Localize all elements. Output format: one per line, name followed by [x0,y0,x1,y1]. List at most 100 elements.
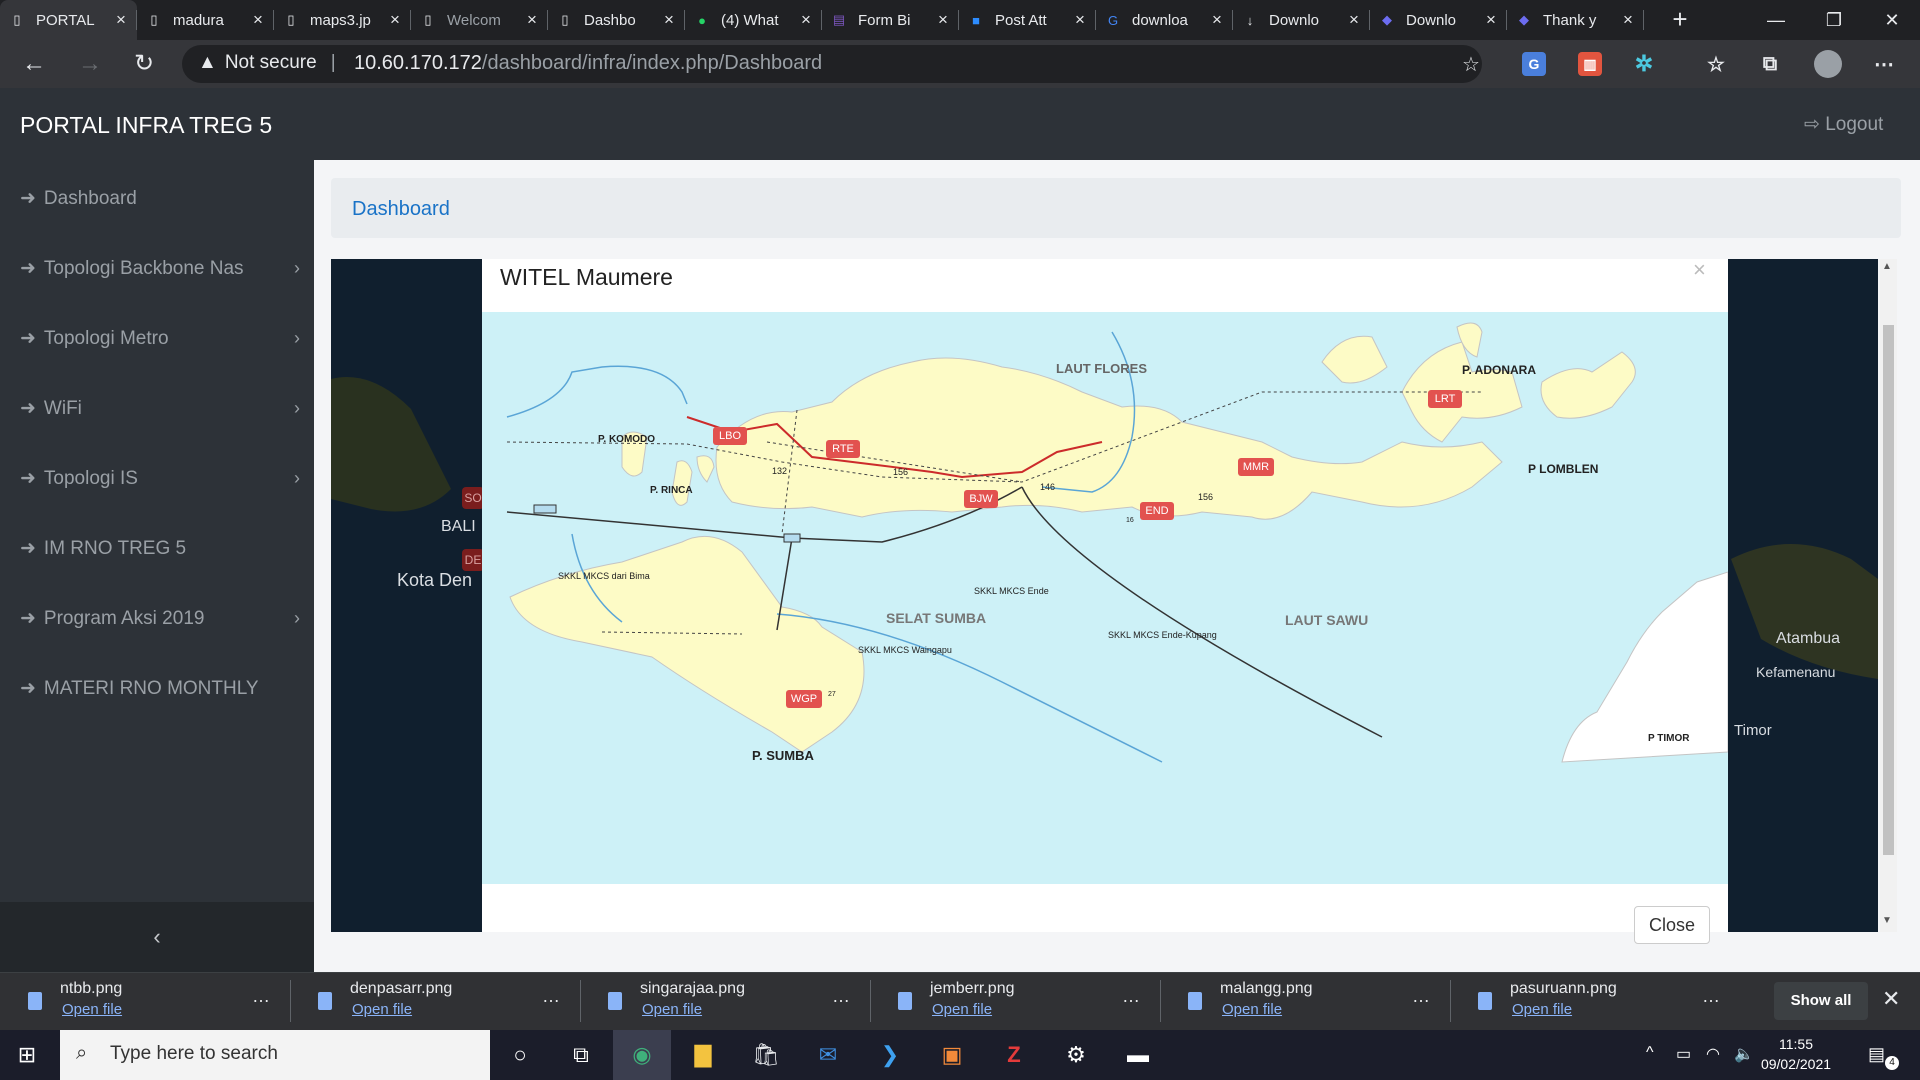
terminal-icon[interactable]: ▬ [1109,1030,1167,1080]
more-options-icon[interactable]: … [1702,986,1720,1007]
modal-close-button[interactable]: Close [1634,906,1710,944]
brand-title[interactable]: PORTAL INFRA TREG 5 [20,112,272,139]
volume-icon[interactable]: 🔈 [1734,1044,1754,1064]
map-node-marker[interactable]: WGP [786,690,822,708]
tab-close-icon[interactable]: × [661,10,677,30]
sidebar-item[interactable]: ➜ WiFi › [20,397,300,420]
open-file-link[interactable]: Open file [352,1001,412,1018]
new-tab-button[interactable]: + [1665,4,1695,36]
browser-tab[interactable]: ▯ Dashbo × [548,0,685,40]
scroll-thumb[interactable] [1883,325,1894,855]
open-file-link[interactable]: Open file [932,1001,992,1018]
browser-tab[interactable]: ◆ Downlo × [1370,0,1507,40]
more-options-icon[interactable]: … [832,986,850,1007]
reload-icon[interactable]: ↻ [128,48,160,80]
close-icon[interactable]: ✕ [1882,986,1900,1012]
browser-tab[interactable]: ● (4) What × [685,0,822,40]
open-file-link[interactable]: Open file [1222,1001,1282,1018]
map-node-marker[interactable]: LRT [1428,390,1462,408]
security-indicator[interactable]: ▲ Not secure | [198,52,336,74]
more-menu-icon[interactable]: ⋯ [1872,52,1896,76]
browser-tab[interactable]: ▯ maps3.jp × [274,0,411,40]
filezilla-icon[interactable]: Z [985,1030,1043,1080]
open-file-link[interactable]: Open file [642,1001,702,1018]
sidebar-item[interactable]: ➜ Program Aksi 2019 › [20,607,300,630]
download-item[interactable]: denpasarr.png Open file… [290,972,580,1030]
tab-close-icon[interactable]: × [524,10,540,30]
map-node-marker[interactable]: BJW [964,490,998,508]
map-node-marker[interactable]: END [1140,502,1174,520]
scroll-down-icon[interactable]: ▼ [1882,915,1892,926]
store-icon[interactable]: 🛍 [737,1030,795,1080]
translate-extension-icon[interactable]: G [1522,52,1546,76]
sidebar-item[interactable]: ➜ Topologi Metro › [20,327,300,350]
download-item[interactable]: singarajaa.png Open file… [580,972,870,1030]
mail-icon[interactable]: ✉ [799,1030,857,1080]
tab-close-icon[interactable]: × [1072,10,1088,30]
logout-link[interactable]: ⇨ Logout [1804,113,1883,136]
download-item[interactable]: malangg.png Open file… [1160,972,1450,1030]
browser-tab[interactable]: ↓ Downlo × [1233,0,1370,40]
minimize-button[interactable]: — [1748,0,1804,40]
page-scrollbar[interactable]: ▲ ▼ [1880,259,1897,932]
notification-icon[interactable]: ▤ [1868,1044,1885,1065]
vscode-icon[interactable]: ❯ [861,1030,919,1080]
sidebar-item[interactable]: ➜ MATERI RNO MONTHLY [20,677,300,700]
map-node-marker[interactable]: LBO [713,427,747,445]
url-text[interactable]: 10.60.170.172/dashboard/infra/index.php/… [354,52,822,75]
browser-tab[interactable]: ▯ PORTAL × [0,0,137,40]
download-item[interactable]: pasuruann.png Open file… [1450,972,1740,1030]
open-file-link[interactable]: Open file [62,1001,122,1018]
tab-close-icon[interactable]: × [1209,10,1225,30]
favorites-icon[interactable]: ☆ [1704,52,1728,76]
window-close-button[interactable]: ✕ [1864,0,1920,40]
tab-close-icon[interactable]: × [1620,10,1636,30]
more-options-icon[interactable]: … [542,986,560,1007]
settings-icon[interactable]: ⚙ [1047,1030,1105,1080]
windows-start-icon[interactable]: ⊞ [14,1042,40,1068]
sidebar-item[interactable]: ➜ IM RNO TREG 5 [20,537,300,560]
wifi-icon[interactable]: ◠ [1706,1044,1720,1064]
map-node-marker[interactable]: RTE [826,440,860,458]
browser-tab[interactable]: ▯ Welcom × [411,0,548,40]
tab-close-icon[interactable]: × [1483,10,1499,30]
tab-close-icon[interactable]: × [1346,10,1362,30]
edge-app-icon[interactable]: ◉ [613,1030,671,1080]
forward-icon[interactable]: → [74,48,106,80]
browser-tab[interactable]: Gdownloa × [1096,0,1233,40]
file-explorer-icon[interactable]: ▇ [674,1030,732,1080]
breadcrumb-dashboard-link[interactable]: Dashboard [352,198,450,220]
more-options-icon[interactable]: … [252,986,270,1007]
task-view-icon[interactable]: ⧉ [552,1030,610,1080]
tray-chevron-icon[interactable]: ^ [1646,1044,1654,1062]
browser-tab[interactable]: ▤ Form Bi × [822,0,959,40]
download-item[interactable]: jemberr.png Open file… [870,972,1160,1030]
more-options-icon[interactable]: … [1412,986,1430,1007]
sidebar-collapse-button[interactable]: ‹ [0,902,314,972]
taskbar-clock[interactable]: 11:55 09/02/2021 [1758,1034,1834,1074]
tab-close-icon[interactable]: × [387,10,403,30]
show-all-downloads-button[interactable]: Show all [1774,982,1868,1020]
sidebar-item[interactable]: ➜ Topologi IS › [20,467,300,490]
restore-button[interactable]: ❐ [1806,0,1862,40]
xampp-icon[interactable]: ▣ [923,1030,981,1080]
back-icon[interactable]: ← [18,48,50,80]
map-node-marker[interactable]: MMR [1238,458,1274,476]
collections-icon[interactable]: ⧉ [1758,52,1782,76]
tab-close-icon[interactable]: × [113,10,129,30]
open-file-link[interactable]: Open file [1512,1001,1572,1018]
sidebar-item[interactable]: ➜ Topologi Backbone Nas › [20,257,300,280]
color-extension-icon[interactable]: ▥ [1578,52,1602,76]
gear-extension-icon[interactable]: ✲ [1632,51,1656,76]
modal-close-icon[interactable]: × [1693,257,1706,283]
profile-avatar[interactable] [1814,50,1842,78]
tab-close-icon[interactable]: × [798,10,814,30]
browser-tab[interactable]: ▯ madura × [137,0,274,40]
cortana-icon[interactable]: ○ [491,1030,549,1080]
download-item[interactable]: ntbb.png Open file… [0,972,290,1030]
sidebar-item[interactable]: ➜ Dashboard [20,187,300,210]
more-options-icon[interactable]: … [1122,986,1140,1007]
scroll-up-icon[interactable]: ▲ [1882,261,1892,272]
tab-close-icon[interactable]: × [935,10,951,30]
tab-close-icon[interactable]: × [250,10,266,30]
